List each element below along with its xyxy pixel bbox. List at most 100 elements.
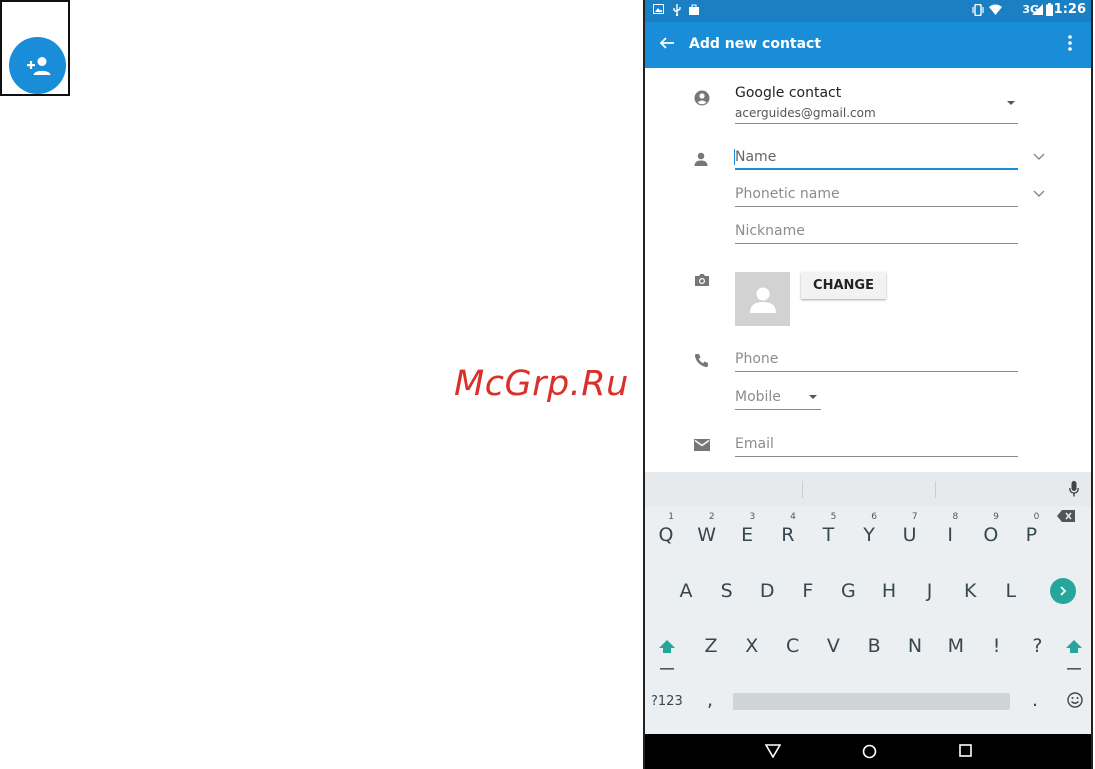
key-i[interactable]: I8 [930, 510, 970, 560]
contact-form: Google contact acerguides@gmail.com Name… [645, 68, 1091, 472]
key-label: X [745, 635, 759, 657]
account-type: Google contact [735, 85, 842, 101]
key-g[interactable]: G [828, 566, 868, 616]
key-exclamation[interactable]: ! [977, 621, 1017, 671]
key-label: B [867, 635, 881, 657]
backspace-icon[interactable] [1057, 510, 1075, 522]
period-key[interactable]: . [1015, 672, 1055, 722]
app-bar: Add new contact [645, 22, 1091, 68]
key-m[interactable]: M [936, 621, 976, 671]
account-dropdown-arrow-icon [1007, 101, 1015, 105]
key-number-hint: 2 [708, 512, 715, 522]
phone-type-select[interactable]: Mobile [735, 386, 821, 410]
key-number-hint: 1 [668, 512, 674, 522]
key-s[interactable]: S [707, 566, 747, 616]
phone-input[interactable]: Phone [735, 348, 1018, 372]
suggestion-strip [645, 472, 1091, 506]
phone-type-value: Mobile [735, 389, 781, 405]
key-u[interactable]: U7 [890, 510, 930, 560]
email-icon [694, 439, 710, 451]
fab-illustration-frame [0, 0, 70, 96]
battery-icon [1046, 3, 1053, 16]
avatar-placeholder-icon [749, 287, 776, 313]
key-h[interactable]: H [869, 566, 909, 616]
key-label: Z [704, 635, 718, 657]
chevron-down-icon[interactable] [1033, 153, 1045, 161]
microphone-icon[interactable] [1069, 481, 1079, 497]
key-o[interactable]: O9 [971, 510, 1011, 560]
camera-icon [695, 274, 709, 286]
symbols-key[interactable]: ?123 [651, 694, 683, 709]
key-number-hint: 5 [830, 512, 837, 522]
key-c[interactable]: C [773, 621, 813, 671]
emoji-icon[interactable] [1067, 692, 1083, 708]
account-underline [735, 123, 1018, 124]
back-nav-icon[interactable] [765, 744, 781, 758]
key-d[interactable]: D [747, 566, 787, 616]
key-q[interactable]: Q1 [646, 510, 686, 560]
key-j[interactable]: J [910, 566, 950, 616]
signal-icon [1032, 4, 1043, 15]
key-label: R [781, 524, 795, 546]
key-k[interactable]: K [950, 566, 990, 616]
key-label: E [741, 524, 754, 546]
status-time: 1:26 [1053, 2, 1086, 17]
key-label: Y [863, 524, 875, 546]
key-r[interactable]: R4 [768, 510, 808, 560]
home-nav-icon[interactable] [862, 744, 877, 759]
contact-photo[interactable] [735, 272, 790, 326]
key-e[interactable]: E3 [727, 510, 767, 560]
person-add-icon [26, 56, 50, 75]
suggestion-divider [935, 481, 936, 498]
chevron-down-icon[interactable] [1033, 190, 1045, 198]
key-label: A [679, 580, 693, 602]
account-email: acerguides@gmail.com [735, 106, 876, 120]
email-input[interactable]: Email [735, 433, 1018, 457]
next-key[interactable] [1050, 578, 1076, 604]
add-contact-fab[interactable] [9, 37, 66, 94]
recents-nav-icon[interactable] [959, 744, 972, 757]
key-label: K [963, 580, 977, 602]
key-label: O [983, 524, 999, 546]
status-bar: 3G 1:26 [645, 0, 1091, 22]
shift-icon[interactable] [659, 640, 675, 671]
key-label: H [881, 580, 897, 602]
key-label: T [822, 524, 835, 546]
overflow-menu-icon[interactable] [1067, 34, 1073, 52]
phone-placeholder: Phone [735, 351, 779, 367]
key-v[interactable]: V [813, 621, 853, 671]
key-x[interactable]: X [732, 621, 772, 671]
key-label: Q [658, 524, 674, 546]
nickname-input[interactable]: Nickname [735, 220, 1018, 244]
phone-icon [694, 354, 708, 368]
key-t[interactable]: T5 [808, 510, 848, 560]
key-number-hint: 6 [871, 512, 877, 522]
name-input[interactable]: Name [734, 146, 1018, 170]
key-f[interactable]: F [788, 566, 828, 616]
key-w[interactable]: W2 [687, 510, 727, 560]
key-l[interactable]: L [991, 566, 1031, 616]
key-number-hint: 9 [993, 512, 999, 522]
key-number-hint: 4 [790, 512, 796, 522]
key-a[interactable]: A [666, 566, 706, 616]
key-label: U [902, 524, 917, 546]
phonetic-name-input[interactable]: Phonetic name [735, 183, 1018, 207]
key-number-hint: 0 [1033, 512, 1040, 522]
vibrate-icon [972, 4, 984, 16]
watermark: McGrp.Ru [454, 364, 629, 404]
key-question[interactable]: ? [1017, 621, 1057, 671]
back-arrow-icon[interactable] [659, 35, 675, 51]
change-photo-button[interactable]: CHANGE [801, 272, 886, 299]
spacebar[interactable] [733, 693, 1010, 710]
phone-screen: 3G 1:26 Add new contact Google contact a… [643, 0, 1093, 769]
key-p[interactable]: P0 [1011, 510, 1051, 560]
usb-icon [673, 4, 681, 16]
shift-icon-right[interactable] [1066, 640, 1082, 671]
key-z[interactable]: Z [691, 621, 731, 671]
key-n[interactable]: N [895, 621, 935, 671]
comma-key[interactable]: , [690, 672, 730, 722]
key-y[interactable]: Y6 [849, 510, 889, 560]
key-label: M [947, 635, 964, 657]
key-b[interactable]: B [854, 621, 894, 671]
key-label: F [802, 580, 814, 602]
